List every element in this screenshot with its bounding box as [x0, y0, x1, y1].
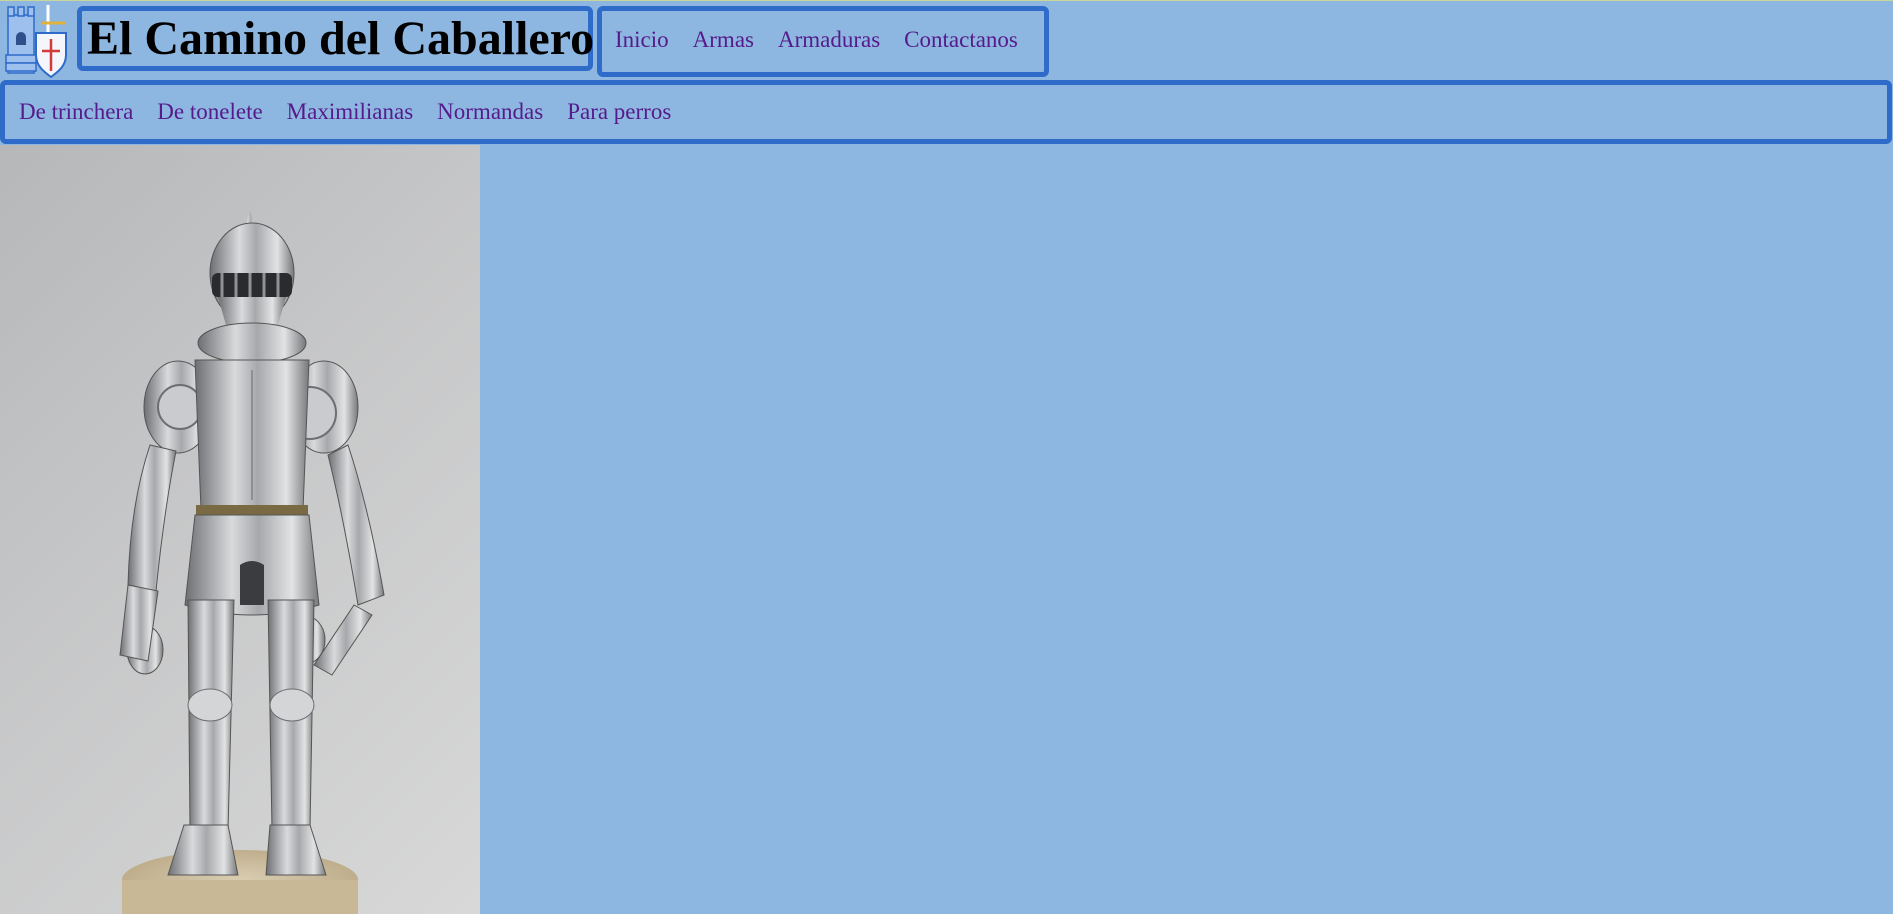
nav-link-contactanos[interactable]: Contactanos — [904, 27, 1018, 53]
nav-link-armas[interactable]: Armas — [693, 27, 754, 53]
main-nav: Inicio Armas Armaduras Contactanos — [597, 6, 1049, 77]
sub-nav-link-de-tonelete[interactable]: De tonelete — [157, 99, 262, 125]
castle-shield-logo-icon[interactable] — [4, 3, 70, 79]
page: El Camino del Caballero Inicio Armas Arm… — [0, 0, 1893, 914]
sub-nav: De trinchera De tonelete Maximilianas No… — [0, 80, 1892, 144]
sub-nav-link-de-trinchera[interactable]: De trinchera — [19, 99, 133, 125]
knight-armor-image — [0, 145, 480, 914]
title-box: El Camino del Caballero — [77, 6, 595, 71]
sub-nav-link-para-perros[interactable]: Para perros — [567, 99, 671, 125]
sub-nav-link-maximilianas[interactable]: Maximilianas — [287, 99, 413, 125]
sub-nav-link-normandas[interactable]: Normandas — [437, 99, 543, 125]
site-title: El Camino del Caballero — [87, 11, 595, 65]
nav-link-armaduras[interactable]: Armaduras — [778, 27, 880, 53]
nav-link-inicio[interactable]: Inicio — [615, 27, 669, 53]
